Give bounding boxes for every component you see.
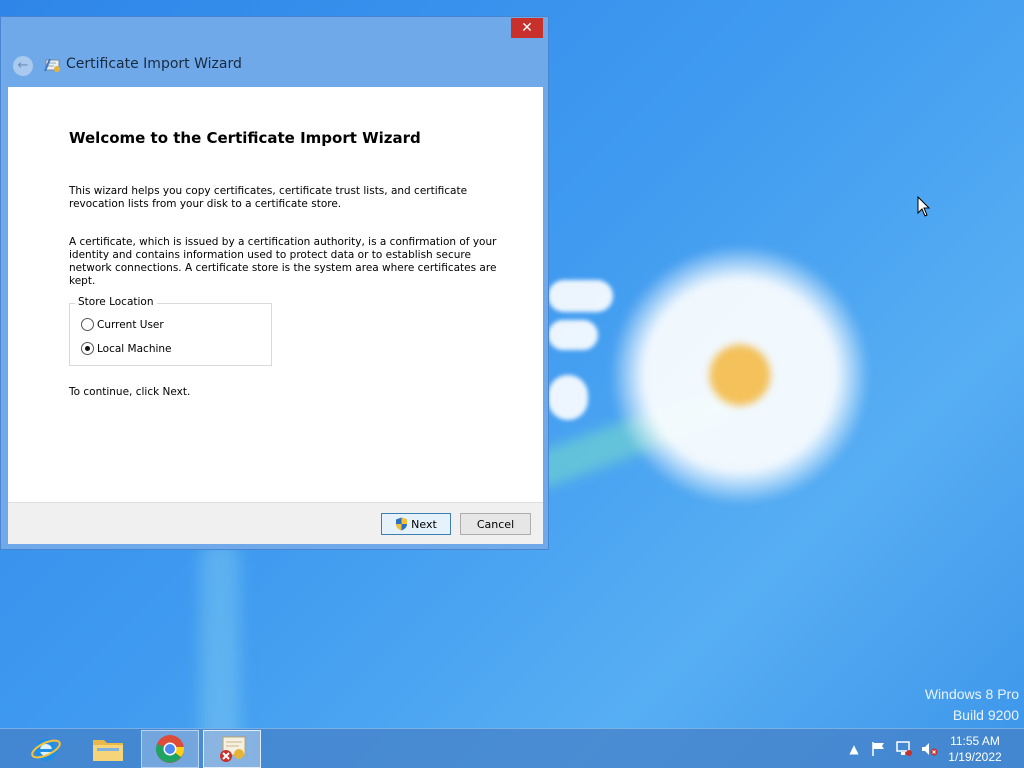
- volume-muted-icon[interactable]: [920, 741, 938, 757]
- next-button[interactable]: Next: [381, 513, 451, 535]
- watermark-build: Build 9200: [952, 707, 1019, 723]
- wizard-content: Welcome to the Certificate Import Wizard…: [8, 87, 543, 502]
- clock-date: 1/19/2022: [948, 750, 1002, 764]
- wallpaper-petal: [548, 280, 613, 312]
- uac-shield-icon: [396, 517, 408, 531]
- certificate-icon: [220, 736, 246, 762]
- radio-local-machine[interactable]: Local Machine: [81, 342, 172, 355]
- show-hidden-icons-button[interactable]: ▲: [845, 741, 863, 757]
- cancel-button[interactable]: Cancel: [460, 513, 531, 535]
- folder-icon: [93, 740, 123, 761]
- taskbar-chrome[interactable]: [141, 730, 199, 768]
- close-button[interactable]: ✕: [511, 18, 543, 38]
- radio-current-user[interactable]: Current User: [81, 318, 164, 331]
- windows-watermark: Windows 8 Pro Build 9200: [925, 684, 1019, 726]
- wizard-heading: Welcome to the Certificate Import Wizard: [69, 129, 421, 147]
- store-location-label: Store Location: [75, 296, 157, 308]
- network-icon[interactable]: [895, 741, 913, 757]
- chrome-icon: [156, 735, 185, 763]
- taskbar-internet-explorer[interactable]: [17, 730, 75, 768]
- radio-label: Current User: [97, 318, 164, 331]
- store-location-group: Store Location Current User Local Machin…: [69, 296, 272, 366]
- description-text: A certificate, which is issued by a cert…: [69, 236, 497, 287]
- system-tray: ▲: [845, 729, 945, 768]
- wallpaper-petal: [548, 320, 598, 350]
- intro-text: This wizard helps you copy certificates,…: [69, 185, 468, 210]
- taskbar-clock[interactable]: 11:55 AM 1/19/2022: [945, 733, 1005, 765]
- wizard-footer: Next Cancel: [8, 502, 543, 544]
- ie-icon: [31, 739, 61, 761]
- title-bar[interactable]: ✕ ← Certificate Import Wizard: [1, 17, 548, 87]
- certificate-wizard-icon: [44, 58, 60, 72]
- continue-text: To continue, click Next.: [69, 386, 191, 398]
- wallpaper-petal: [548, 375, 588, 420]
- taskbar: ▲ 11:55 AM 1/19/2022: [0, 728, 1024, 768]
- certificate-import-wizard-window: ✕ ← Certificate Import Wizard Welcome to…: [0, 16, 549, 550]
- clock-time: 11:55 AM: [950, 734, 1000, 748]
- mouse-cursor-icon: [917, 196, 930, 217]
- radio-label: Local Machine: [97, 342, 172, 355]
- taskbar-file-explorer[interactable]: [79, 730, 137, 768]
- window-title: Certificate Import Wizard: [66, 56, 242, 72]
- action-center-flag-icon[interactable]: [870, 741, 888, 757]
- watermark-edition: Windows 8 Pro: [924, 686, 1019, 702]
- radio-button-selected[interactable]: [81, 342, 94, 355]
- wallpaper-flower: [610, 225, 870, 525]
- taskbar-certificate-wizard[interactable]: [203, 730, 261, 768]
- back-button[interactable]: ←: [13, 56, 33, 76]
- radio-button[interactable]: [81, 318, 94, 331]
- next-label: Next: [411, 517, 437, 531]
